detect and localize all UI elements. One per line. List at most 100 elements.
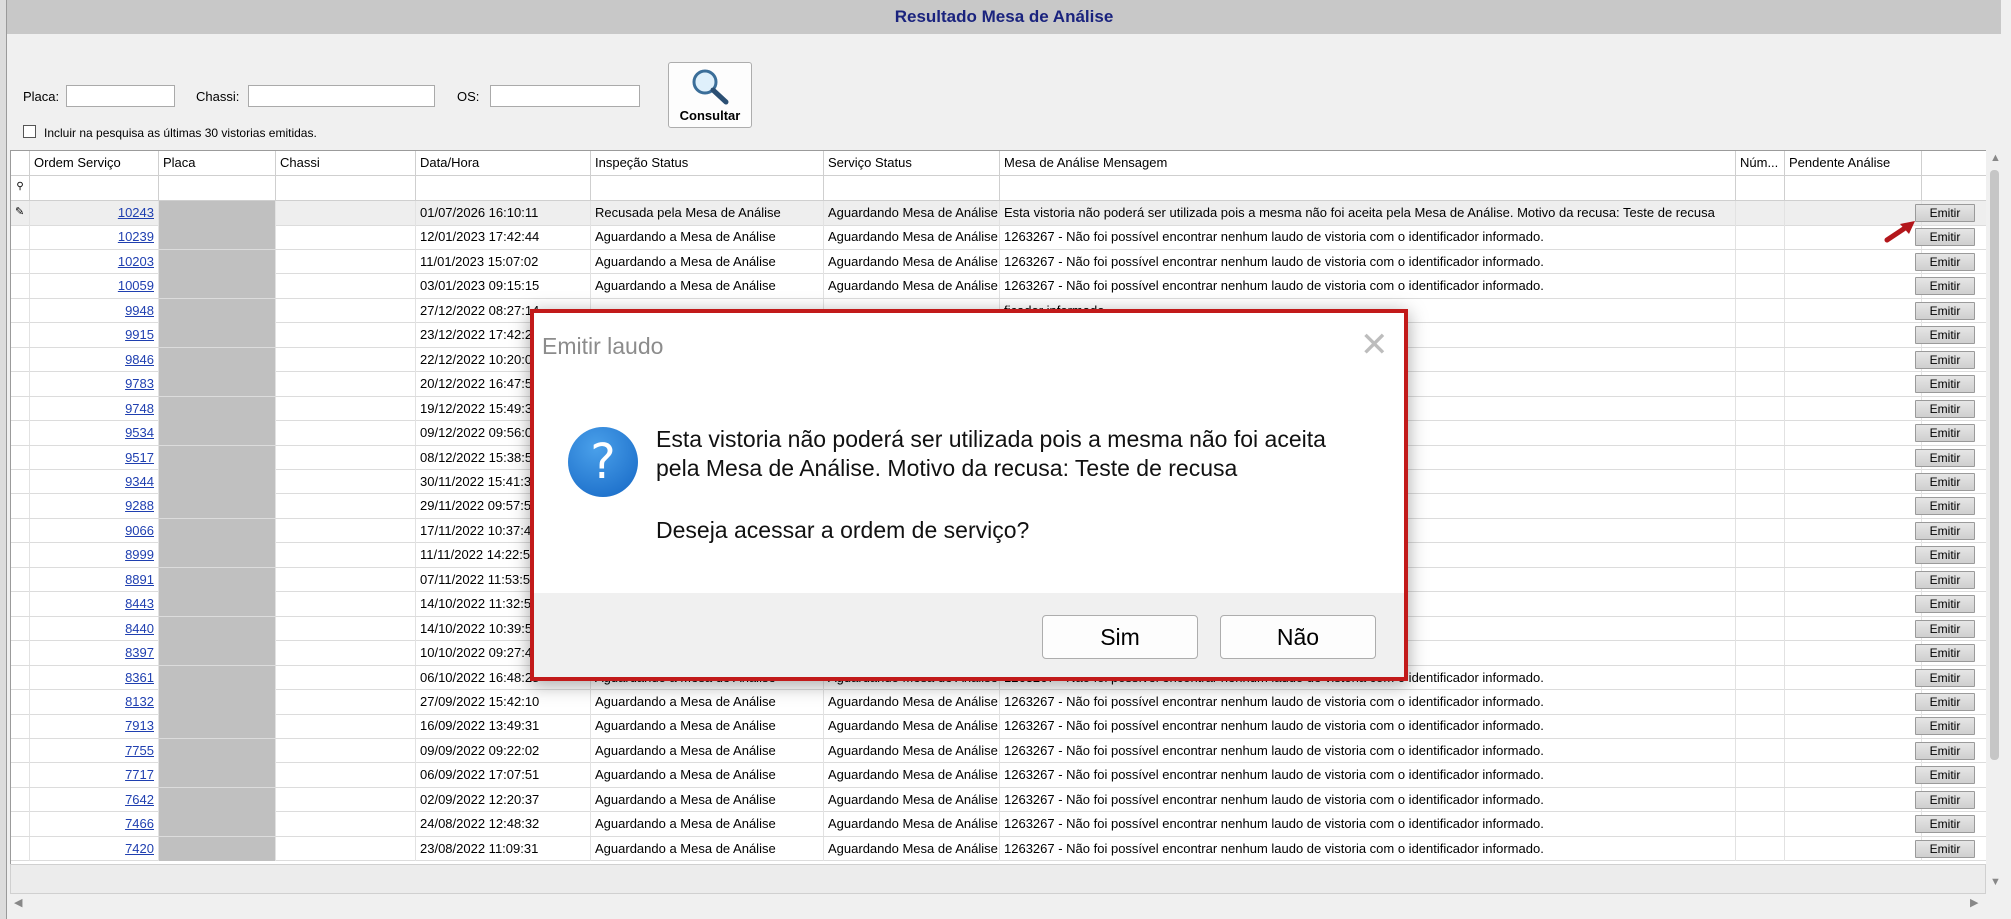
emitir-button[interactable]: Emitir — [1915, 815, 1975, 834]
filter-placa[interactable] — [159, 176, 276, 200]
emitir-button[interactable]: Emitir — [1915, 424, 1975, 443]
ordem-servico-link[interactable]: 10059 — [30, 274, 159, 299]
filter-data[interactable] — [416, 176, 591, 200]
scroll-right-icon[interactable]: ▶ — [1970, 896, 1978, 909]
emitir-button[interactable]: Emitir — [1915, 252, 1975, 271]
ordem-servico-link[interactable]: 9783 — [30, 372, 159, 397]
ordem-servico-link[interactable]: 9344 — [30, 469, 159, 494]
filter-mensagem[interactable] — [1000, 176, 1736, 200]
ordem-servico-link[interactable]: 7466 — [30, 812, 159, 837]
include-checkbox[interactable] — [23, 125, 36, 138]
filter-ordem[interactable] — [30, 176, 159, 200]
filter-servico[interactable] — [824, 176, 1000, 200]
emitir-button[interactable]: Emitir — [1915, 546, 1975, 565]
filter-pendente[interactable] — [1785, 176, 1922, 200]
table-row[interactable]: 10203 11/01/2023 15:07:02 Aguardando a Mes… — [11, 249, 1987, 275]
ordem-servico-link[interactable]: 8999 — [30, 543, 159, 568]
ordem-servico-link[interactable]: 7913 — [30, 714, 159, 739]
emitir-button[interactable]: Emitir — [1915, 644, 1975, 663]
ordem-servico-link[interactable]: 9534 — [30, 421, 159, 446]
vertical-scrollbar[interactable]: ▲ ▼ — [1986, 150, 2004, 905]
filter-pin-icon[interactable]: ⚲ — [11, 176, 30, 200]
ordem-servico-link[interactable]: 8132 — [30, 690, 159, 714]
placa-cell — [159, 225, 276, 250]
table-row[interactable]: 7642 02/09/2022 12:20:37 Aguardando a Mesa… — [11, 787, 1987, 813]
ordem-servico-link[interactable]: 7642 — [30, 787, 159, 812]
scroll-down-icon[interactable]: ▼ — [1990, 876, 2001, 888]
scroll-left-icon[interactable]: ◀ — [14, 896, 22, 909]
emitir-button[interactable]: Emitir — [1915, 595, 1975, 614]
ordem-servico-link[interactable]: 9066 — [30, 518, 159, 543]
header-mensagem[interactable]: Mesa de Análise Mensagem — [1000, 151, 1736, 175]
emitir-button[interactable]: Emitir — [1915, 350, 1975, 369]
table-row[interactable]: 10239 12/01/2023 17:42:44 Aguardando a Mes… — [11, 225, 1987, 250]
header-data-hora[interactable]: Data/Hora — [416, 151, 591, 175]
emitir-button[interactable]: Emitir — [1915, 399, 1975, 418]
nao-button[interactable]: Não — [1220, 615, 1376, 659]
close-icon[interactable]: ✕ — [1360, 325, 1389, 365]
ordem-servico-link[interactable]: 9517 — [30, 445, 159, 470]
emitir-button[interactable]: Emitir — [1915, 619, 1975, 638]
ordem-servico-link[interactable]: 9288 — [30, 494, 159, 519]
os-input[interactable] — [490, 85, 640, 107]
emitir-button[interactable]: Emitir — [1915, 277, 1975, 296]
emitir-button[interactable]: Emitir — [1915, 839, 1975, 858]
table-row[interactable]: 7913 16/09/2022 13:49:31 Aguardando a Mesa… — [11, 714, 1987, 739]
emitir-button[interactable]: Emitir — [1915, 472, 1975, 491]
ordem-servico-link[interactable]: 10239 — [30, 225, 159, 250]
emitir-button[interactable]: Emitir — [1915, 790, 1975, 809]
chassi-input[interactable] — [248, 85, 435, 107]
table-row[interactable]: 8132 27/09/2022 15:42:10 Aguardando a Mesa… — [11, 690, 1987, 715]
emitir-button[interactable]: Emitir — [1915, 326, 1975, 345]
ordem-servico-link[interactable]: 8443 — [30, 592, 159, 617]
sim-button[interactable]: Sim — [1042, 615, 1198, 659]
emitir-button[interactable]: Emitir — [1915, 693, 1975, 711]
header-ordem-servico[interactable]: Ordem Serviço — [30, 151, 159, 175]
emitir-button[interactable]: Emitir — [1915, 717, 1975, 736]
consultar-button[interactable]: Consultar — [668, 62, 752, 128]
table-row[interactable]: 7717 06/09/2022 17:07:51 Aguardando a Mesa… — [11, 763, 1987, 788]
emitir-button[interactable]: Emitir — [1915, 668, 1975, 687]
emitir-button[interactable]: Emitir — [1915, 228, 1975, 247]
header-num[interactable]: Núm... — [1736, 151, 1785, 175]
table-row[interactable]: 10059 03/01/2023 09:15:15 Aguardando a Mes… — [11, 274, 1987, 299]
ordem-servico-link[interactable]: 7420 — [30, 836, 159, 861]
header-placa[interactable]: Placa — [159, 151, 276, 175]
ordem-servico-link[interactable]: 8361 — [30, 665, 159, 690]
header-servico-status[interactable]: Serviço Status — [824, 151, 1000, 175]
ordem-servico-link[interactable]: 8891 — [30, 567, 159, 592]
horizontal-scrollbar[interactable]: ◀ ▶ — [10, 895, 1986, 911]
ordem-servico-link[interactable]: 10243 — [30, 201, 159, 225]
ordem-servico-link[interactable]: 8440 — [30, 616, 159, 641]
header-inspecao-status[interactable]: Inspeção Status — [591, 151, 824, 175]
table-row[interactable]: 7755 09/09/2022 09:22:02 Aguardando a Mesa… — [11, 738, 1987, 764]
ordem-servico-link[interactable]: 8397 — [30, 641, 159, 666]
ordem-servico-link[interactable]: 9846 — [30, 347, 159, 372]
emitir-button[interactable]: Emitir — [1915, 448, 1975, 467]
emitir-button[interactable]: Emitir — [1915, 375, 1975, 394]
table-row[interactable]: 7466 24/08/2022 12:48:32 Aguardando a Mesa… — [11, 812, 1987, 837]
header-pendente[interactable]: Pendente Análise — [1785, 151, 1922, 175]
scroll-up-icon[interactable]: ▲ — [1990, 152, 2001, 164]
filter-chassi[interactable] — [276, 176, 416, 200]
table-row[interactable]: 7420 23/08/2022 11:09:31 Aguardando a Mesa… — [11, 836, 1987, 862]
emitir-button[interactable]: Emitir — [1915, 570, 1975, 589]
emitir-button[interactable]: Emitir — [1915, 204, 1975, 222]
emitir-button[interactable]: Emitir — [1915, 301, 1975, 320]
placa-input[interactable] — [66, 85, 175, 107]
ordem-servico-link[interactable]: 7755 — [30, 738, 159, 763]
ordem-servico-link[interactable]: 9948 — [30, 298, 159, 323]
emitir-button[interactable]: Emitir — [1915, 741, 1975, 760]
header-chassi[interactable]: Chassi — [276, 151, 416, 175]
emitir-button[interactable]: Emitir — [1915, 497, 1975, 516]
ordem-servico-link[interactable]: 10203 — [30, 249, 159, 274]
filter-inspecao[interactable] — [591, 176, 824, 200]
ordem-servico-link[interactable]: 9748 — [30, 396, 159, 421]
emitir-button[interactable]: Emitir — [1915, 521, 1975, 540]
ordem-servico-link[interactable]: 9915 — [30, 323, 159, 348]
emitir-button[interactable]: Emitir — [1915, 766, 1975, 785]
scroll-thumb[interactable] — [1990, 170, 1999, 760]
table-row[interactable]: ✎ 10243 01/07/2026 16:10:11 Recusada pela M… — [11, 201, 1987, 226]
ordem-servico-link[interactable]: 7717 — [30, 763, 159, 788]
filter-num[interactable] — [1736, 176, 1785, 200]
